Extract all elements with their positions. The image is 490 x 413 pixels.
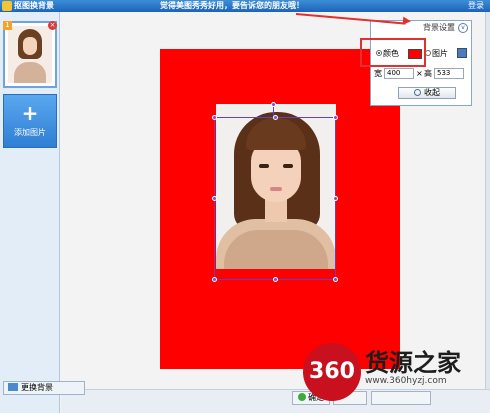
watermark-title: 货源之家 — [365, 348, 461, 377]
image-thumbnail[interactable]: 1 × — [3, 21, 57, 88]
close-icon[interactable]: × — [48, 21, 57, 30]
height-field[interactable]: 533 — [434, 68, 464, 79]
thumbnail-index-badge: 1 — [3, 21, 12, 30]
width-label: 宽 — [374, 69, 382, 78]
image-picker-icon[interactable] — [457, 48, 467, 58]
resize-handle[interactable] — [212, 115, 217, 120]
watermark-logo: 360 — [303, 343, 361, 401]
rotate-handle[interactable] — [271, 102, 276, 107]
resize-handle[interactable] — [333, 196, 338, 201]
login-link[interactable]: 登录 — [468, 0, 484, 12]
annotation-highlight-box — [360, 38, 426, 67]
panel-header[interactable]: 背景设置 v — [407, 21, 471, 35]
width-field[interactable]: 400 — [384, 68, 414, 79]
background-icon — [8, 383, 18, 391]
collapse-label: 收起 — [424, 88, 440, 97]
selection-box[interactable] — [212, 102, 338, 282]
change-background-button[interactable]: 更换背景 — [3, 381, 85, 395]
resize-handle[interactable] — [333, 277, 338, 282]
app-icon — [2, 1, 12, 11]
right-panel-edge — [485, 12, 490, 389]
change-background-label: 更换背景 — [21, 383, 53, 392]
watermark-url: www.360hyzj.com — [365, 376, 447, 386]
resize-handle[interactable] — [212, 277, 217, 282]
link-icon[interactable]: × — [416, 69, 423, 79]
collapse-button[interactable]: 收起 — [398, 87, 456, 99]
image-option[interactable]: 图片 — [425, 49, 448, 59]
resize-handle[interactable] — [333, 115, 338, 120]
watermark: 360 货源之家 www.360hyzj.com — [303, 343, 490, 403]
plus-icon: + — [21, 101, 39, 125]
collapse-icon — [414, 89, 421, 96]
resize-handle[interactable] — [273, 277, 278, 282]
image-label: 图片 — [432, 49, 448, 58]
add-image-button[interactable]: + 添加图片 — [3, 94, 57, 148]
height-label: 高 — [424, 69, 432, 78]
window-title: 抠图换背景 — [14, 1, 54, 10]
resize-handle[interactable] — [273, 115, 278, 120]
chevron-down-icon[interactable]: v — [458, 23, 468, 33]
left-panel: 1 × + 添加图片 — [0, 12, 60, 413]
thumbnail-photo — [8, 26, 52, 83]
resize-handle[interactable] — [212, 196, 217, 201]
annotation-arrowhead — [402, 16, 412, 26]
add-image-label: 添加图片 — [14, 128, 46, 137]
panel-title: 背景设置 — [423, 23, 455, 32]
promo-text[interactable]: 觉得美图秀秀好用，要告诉您的朋友哦！ — [160, 0, 304, 12]
title-bar: 抠图换背景 觉得美图秀秀好用，要告诉您的朋友哦！ 登录 — [0, 0, 490, 12]
